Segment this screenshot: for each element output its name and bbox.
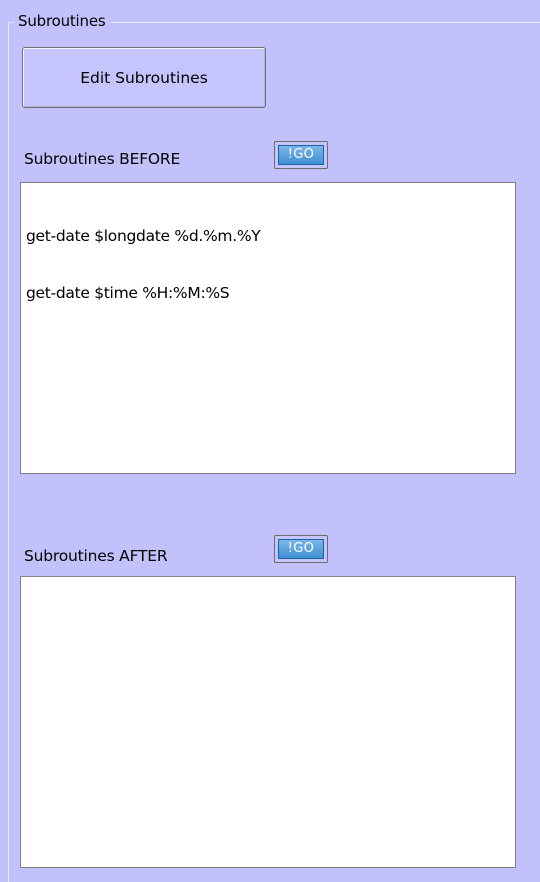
go-before-label: !GO	[278, 145, 324, 165]
textarea-line: get-date $longdate %d.%m.%Y	[26, 227, 261, 245]
subroutines-before-label: Subroutines BEFORE	[24, 150, 181, 168]
go-after-label: !GO	[278, 539, 324, 559]
subroutines-panel: Subroutines Edit Subroutines Subroutines…	[0, 0, 540, 882]
subroutines-after-label: Subroutines AFTER	[24, 547, 168, 565]
edit-subroutines-button[interactable]: Edit Subroutines	[22, 47, 266, 108]
go-before-button[interactable]: !GO	[274, 141, 328, 169]
subroutines-before-textarea[interactable]: get-date $longdate %d.%m.%Y get-date $ti…	[20, 182, 516, 474]
textarea-line: get-date $time %H:%M:%S	[26, 284, 230, 302]
groupbox-title: Subroutines	[14, 10, 112, 32]
subroutines-after-textarea[interactable]	[20, 576, 516, 868]
go-after-button[interactable]: !GO	[274, 535, 328, 563]
